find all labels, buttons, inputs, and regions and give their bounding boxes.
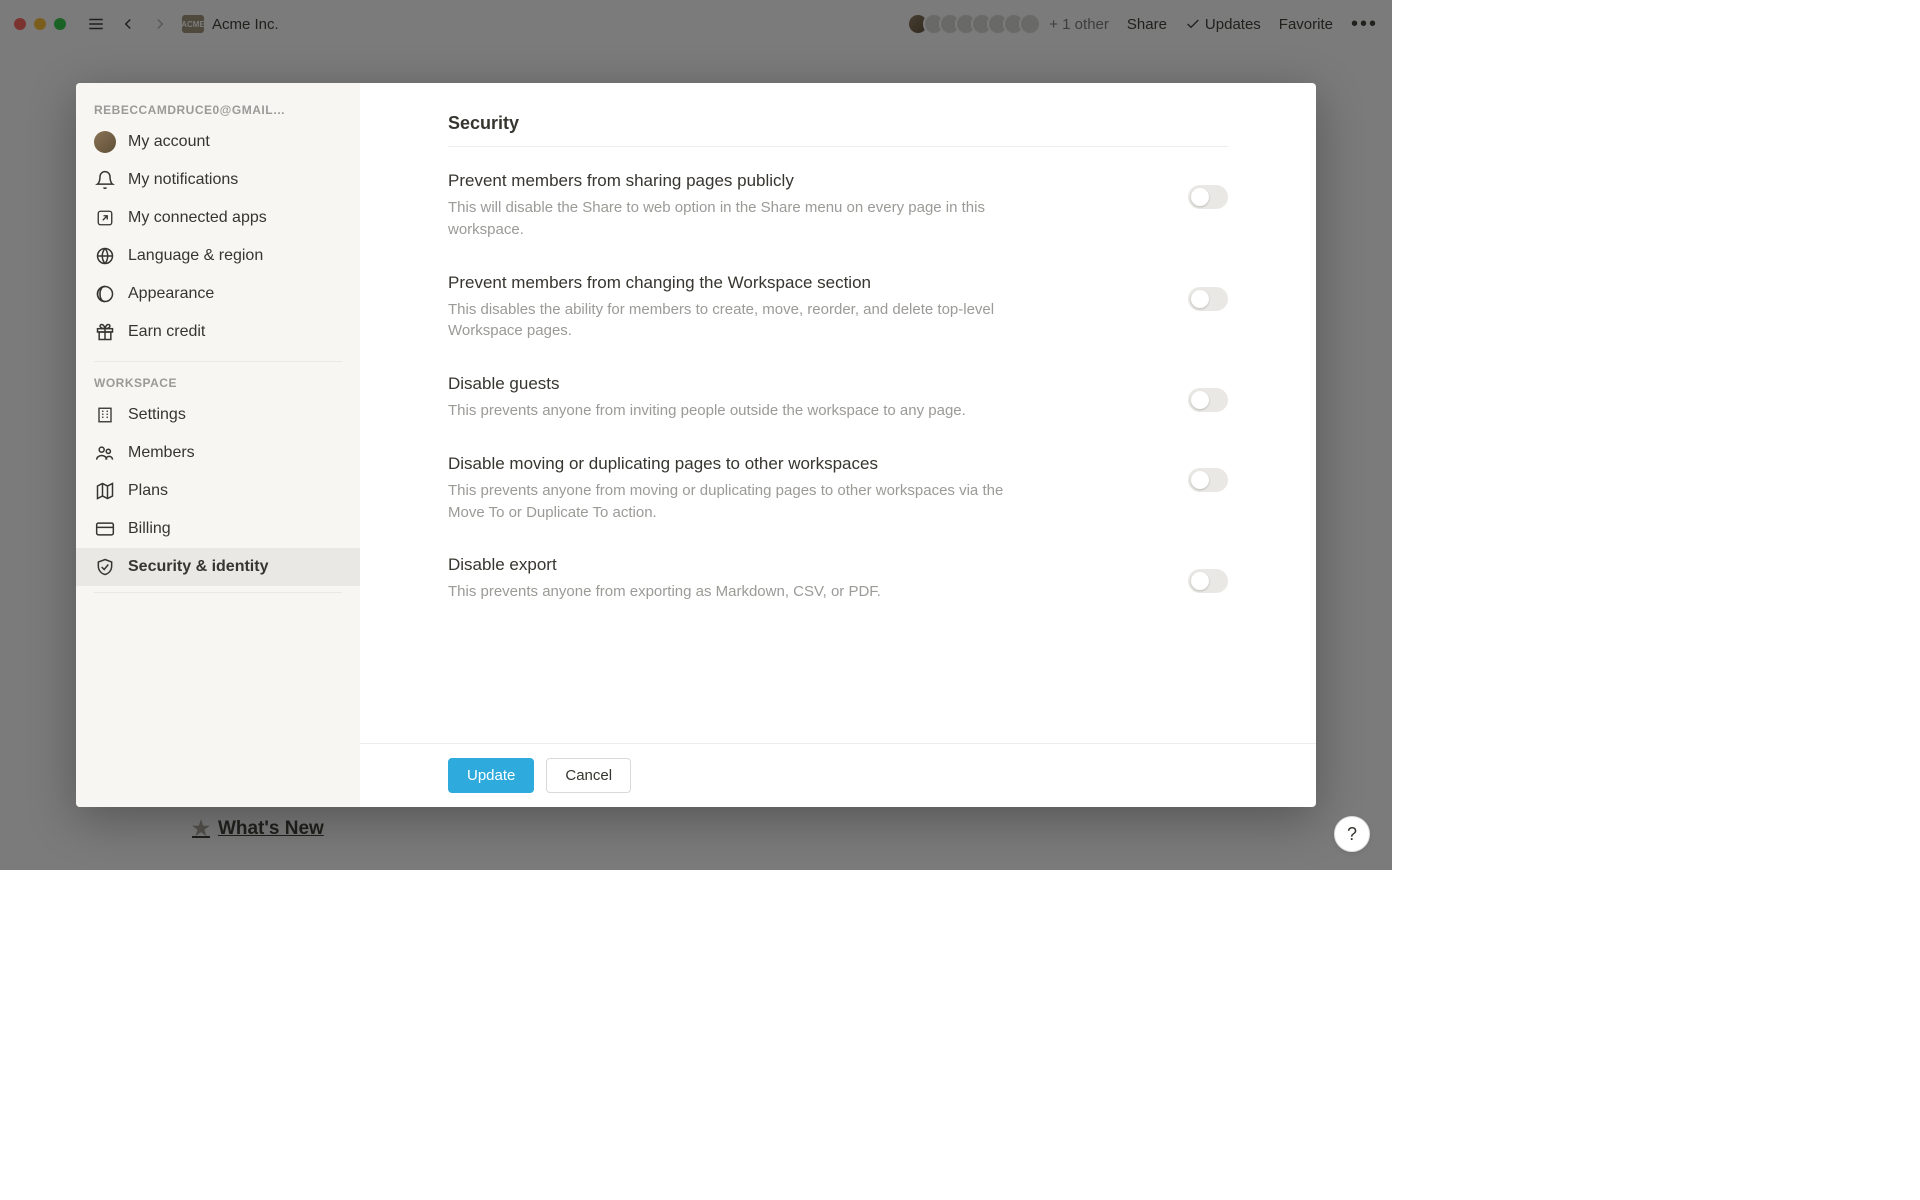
sidebar-item-settings[interactable]: Settings [76,396,360,434]
setting-description: This prevents anyone from inviting peopl… [448,400,1008,422]
setting-title: Disable export [448,555,1164,575]
setting-prevent-workspace-change: Prevent members from changing the Worksp… [448,273,1228,343]
sidebar-item-label: Language & region [128,247,263,265]
sidebar-item-my-account[interactable]: My account [76,123,360,161]
setting-description: This will disable the Share to web optio… [448,197,1008,241]
toggle-disable-move-duplicate[interactable] [1188,468,1228,492]
sidebar-item-notifications[interactable]: My notifications [76,161,360,199]
shield-icon [94,556,116,578]
setting-title: Disable guests [448,374,1164,394]
people-icon [94,442,116,464]
credit-card-icon [94,518,116,540]
sidebar-item-plans[interactable]: Plans [76,472,360,510]
toggle-disable-guests[interactable] [1188,388,1228,412]
sidebar-item-security[interactable]: Security & identity [76,548,360,586]
sidebar-item-label: My connected apps [128,209,267,227]
toggle-prevent-workspace-change[interactable] [1188,287,1228,311]
gift-icon [94,321,116,343]
workspace-section-label: WORKSPACE [76,368,360,396]
external-link-icon [94,207,116,229]
sidebar-item-label: My account [128,133,210,151]
setting-prevent-public-share: Prevent members from sharing pages publi… [448,171,1228,241]
settings-overlay: REBECCAMDRUCE0@GMAIL… My account My noti… [0,0,1392,870]
settings-modal: REBECCAMDRUCE0@GMAIL… My account My noti… [76,83,1316,807]
user-avatar-icon [94,131,116,153]
bell-icon [94,169,116,191]
update-button[interactable]: Update [448,758,534,793]
sidebar-divider [94,361,342,362]
setting-title: Disable moving or duplicating pages to o… [448,454,1164,474]
sidebar-item-appearance[interactable]: Appearance [76,275,360,313]
sidebar-item-members[interactable]: Members [76,434,360,472]
sidebar-item-label: Security & identity [128,558,268,576]
building-icon [94,404,116,426]
help-button[interactable]: ? [1334,816,1370,852]
setting-description: This prevents anyone from moving or dupl… [448,480,1008,524]
sidebar-item-label: Members [128,444,195,462]
setting-description: This prevents anyone from exporting as M… [448,581,1008,603]
setting-title: Prevent members from sharing pages publi… [448,171,1164,191]
toggle-prevent-public-share[interactable] [1188,185,1228,209]
page-title: Security [448,113,1228,147]
setting-disable-export: Disable export This prevents anyone from… [448,555,1228,603]
settings-main: Security Prevent members from sharing pa… [360,83,1316,807]
settings-footer: Update Cancel [360,743,1316,807]
setting-description: This disables the ability for members to… [448,299,1008,343]
setting-disable-guests: Disable guests This prevents anyone from… [448,374,1228,422]
setting-title: Prevent members from changing the Worksp… [448,273,1164,293]
moon-icon [94,283,116,305]
sidebar-item-language[interactable]: Language & region [76,237,360,275]
settings-sidebar: REBECCAMDRUCE0@GMAIL… My account My noti… [76,83,360,807]
sidebar-item-label: Earn credit [128,323,205,341]
account-email-label: REBECCAMDRUCE0@GMAIL… [76,95,360,123]
toggle-disable-export[interactable] [1188,569,1228,593]
sidebar-item-label: Appearance [128,285,214,303]
sidebar-item-label: Plans [128,482,168,500]
map-icon [94,480,116,502]
sidebar-item-label: Settings [128,406,186,424]
sidebar-item-connected-apps[interactable]: My connected apps [76,199,360,237]
setting-disable-move-duplicate: Disable moving or duplicating pages to o… [448,454,1228,524]
sidebar-item-earn-credit[interactable]: Earn credit [76,313,360,351]
sidebar-divider [94,592,342,593]
sidebar-item-label: Billing [128,520,171,538]
globe-icon [94,245,116,267]
cancel-button[interactable]: Cancel [546,758,631,793]
sidebar-item-label: My notifications [128,171,238,189]
sidebar-item-billing[interactable]: Billing [76,510,360,548]
